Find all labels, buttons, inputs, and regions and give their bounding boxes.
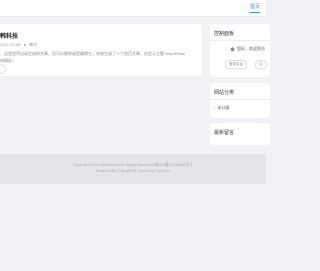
welcome-label: 您好，欢迎到访 [237,46,265,51]
category-item[interactable]: › 未分类 [214,105,229,111]
user-icon: ● [23,42,27,47]
chevron-right-icon: › [214,105,216,110]
category-label: 未分类 [217,105,230,110]
post-card: 韩科技 2021-02-08 ● 韩科 ，这是程序自动生成的文章，您可以删除或是… [0,24,202,76]
welcome-text: 您好，欢迎到访 [230,46,265,52]
footer-copyright: Copyright Your WebSite.Some Rights Reser… [73,163,193,167]
post-meta: 2021-02-08 ● 韩科 [0,42,37,48]
divider [210,99,270,100]
top-navbar: 首页 [0,0,266,17]
control-panel-widget: 控制面板 您好，欢迎到访 登录后台 注 [210,24,270,77]
login-button[interactable]: 登录后台 [225,60,247,69]
widget-title: 最新留言 [214,130,235,136]
home-icon [230,46,235,51]
recent-comments-widget: 最新留言 [210,123,270,145]
divider [210,40,270,41]
post-excerpt: ，这是程序自动生成的文章，您可以删除或是编辑它，系统生成了一个首页文章，自定义主… [0,50,196,64]
post-title[interactable]: 韩科技 [0,31,18,40]
register-button[interactable]: 注 [255,60,267,69]
read-more-button[interactable] [0,64,6,74]
post-date: 2021-02-08 [0,42,21,47]
widget-title: 控制面板 [214,31,235,37]
post-excerpt-line2: 的精彩！ [0,58,16,63]
post-author[interactable]: 韩科 [29,42,37,47]
categories-widget: 网站分类 › 未分类 [210,83,270,118]
footer: Copyright Your WebSite.Some Rights Reser… [0,154,266,184]
nav-home-link[interactable]: 首页 [249,3,260,13]
footer-powered: Powered By Z-BlogPHP Theme by YOYOuo [95,169,171,173]
widget-title: 网站分类 [214,90,235,96]
post-excerpt-line1: ，这是程序自动生成的文章，您可以删除或是编辑它，系统生成了一个首页文章，自定义主… [0,51,185,56]
